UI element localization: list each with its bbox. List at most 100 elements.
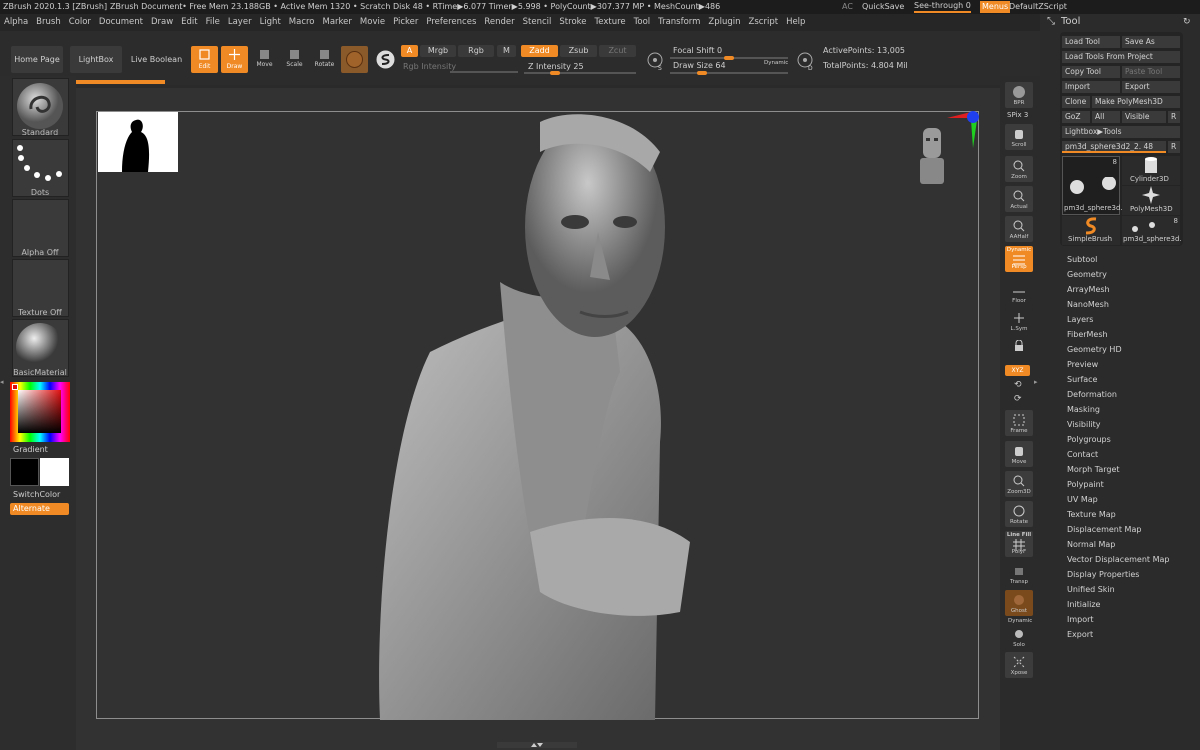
clone-button[interactable]: Clone [1062, 96, 1090, 108]
xyz-toggle[interactable]: XYZ [1005, 365, 1030, 376]
bpr-button[interactable]: BPR [1005, 82, 1033, 108]
menu-alpha[interactable]: Alpha [0, 14, 32, 31]
dynamic-label[interactable]: Dynamic [764, 60, 788, 66]
draw-size-slider[interactable] [670, 71, 788, 75]
menu-brush[interactable]: Brush [32, 14, 65, 31]
subpalette-polygroups[interactable]: Polygroups [1067, 435, 1111, 444]
focal-shift-knob[interactable] [724, 56, 734, 60]
goz-button[interactable]: GoZ [1062, 111, 1090, 123]
scale-button[interactable]: Scale [281, 46, 308, 73]
color-picker-hue[interactable] [10, 382, 70, 442]
mrgb-toggle[interactable]: Mrgb [420, 45, 456, 57]
menu-stroke[interactable]: Stroke [555, 14, 590, 31]
rotate-view-button[interactable]: Rotate [1005, 501, 1033, 527]
menu-zscript[interactable]: Zscript [745, 14, 783, 31]
subpalette-fibermesh[interactable]: FiberMesh [1067, 330, 1108, 339]
menu-tool[interactable]: Tool [630, 14, 655, 31]
z-intensity-slider[interactable] [524, 71, 636, 75]
live-boolean-button[interactable]: Live Boolean [129, 46, 184, 73]
menu-macro[interactable]: Macro [285, 14, 319, 31]
menus-toggle[interactable]: Menus [980, 1, 1011, 13]
subpalette-geometry-hd[interactable]: Geometry HD [1067, 345, 1122, 354]
subpalette-masking[interactable]: Masking [1067, 405, 1100, 414]
menu-draw[interactable]: Draw [147, 14, 177, 31]
lightbox-tools-button[interactable]: Lightbox▶Tools [1062, 126, 1180, 138]
rotate-z-icon[interactable]: ⟳ [1014, 394, 1022, 404]
menu-texture[interactable]: Texture [591, 14, 630, 31]
menu-color[interactable]: Color [65, 14, 95, 31]
rotate-y-icon[interactable]: ⟲ [1014, 380, 1022, 390]
subpalette-unified-skin[interactable]: Unified Skin [1067, 585, 1115, 594]
import-button[interactable]: Import [1062, 81, 1120, 93]
polyf-button[interactable]: Line Fill PolyF [1005, 531, 1033, 557]
zsub-toggle[interactable]: Zsub [560, 45, 597, 57]
primary-color-swatch[interactable] [40, 458, 69, 486]
subpalette-deformation[interactable]: Deformation [1067, 390, 1117, 399]
subpalette-surface[interactable]: Surface [1067, 375, 1097, 384]
all-button[interactable]: All [1092, 111, 1120, 123]
zadd-toggle[interactable]: Zadd [521, 45, 558, 57]
subpalette-normal-map[interactable]: Normal Map [1067, 540, 1115, 549]
persp-button[interactable]: Dynamic Persp [1005, 246, 1033, 272]
subpalette-geometry[interactable]: Geometry [1067, 270, 1107, 279]
menu-document[interactable]: Document [95, 14, 147, 31]
copy-tool-button[interactable]: Copy Tool [1062, 66, 1120, 78]
zoom3d-button[interactable]: Zoom3D [1005, 471, 1033, 497]
color-picker-sv[interactable] [18, 390, 61, 433]
menu-picker[interactable]: Picker [389, 14, 422, 31]
rgb-toggle[interactable]: Rgb [458, 45, 494, 57]
alternate-toggle[interactable]: Alternate [10, 503, 69, 515]
subpalette-initialize[interactable]: Initialize [1067, 600, 1100, 609]
z-intensity-knob[interactable] [549, 71, 560, 75]
current-tool-slider[interactable]: pm3d_sphere3d2_2. 48 [1062, 141, 1166, 153]
menu-zplugin[interactable]: Zplugin [704, 14, 744, 31]
focal-shift-slider[interactable] [670, 56, 788, 60]
lsym-button[interactable]: L.Sym [1005, 308, 1033, 334]
move-button[interactable]: Move [251, 46, 278, 73]
lock-button[interactable] [1005, 336, 1033, 356]
bottom-tray-handle[interactable] [497, 742, 577, 748]
move-view-button[interactable]: Move [1005, 441, 1033, 467]
subpalette-preview[interactable]: Preview [1067, 360, 1098, 369]
menu-marker[interactable]: Marker [319, 14, 356, 31]
see-through-slider[interactable]: See-through 0 [914, 0, 971, 13]
zoom-button[interactable]: Zoom [1005, 156, 1033, 182]
menu-file[interactable]: File [202, 14, 224, 31]
rotate-button[interactable]: Rotate [311, 46, 338, 73]
frame-button[interactable]: Frame [1005, 410, 1033, 436]
export-button[interactable]: Export [1122, 81, 1180, 93]
subpalette-contact[interactable]: Contact [1067, 450, 1098, 459]
subpalette-vector-displacement-map[interactable]: Vector Displacement Map [1067, 555, 1169, 564]
tool-thumb-sphere-2[interactable]: 8 pm3d_sphere3d. [1122, 216, 1182, 245]
refresh-icon[interactable]: ↻ [1183, 14, 1191, 30]
spix-slider[interactable]: SPix 3 [1007, 111, 1028, 119]
axis-gizmo-icon[interactable] [943, 110, 981, 150]
stroke-swatch[interactable] [372, 46, 399, 73]
subpalette-displacement-map[interactable]: Displacement Map [1067, 525, 1141, 534]
scroll-button[interactable]: Scroll [1005, 124, 1033, 150]
subpalette-export[interactable]: Export [1067, 630, 1093, 639]
menu-preferences[interactable]: Preferences [422, 14, 480, 31]
tool-thumb-polymesh[interactable]: PolyMesh3D [1122, 186, 1180, 215]
subpalette-texture-map[interactable]: Texture Map [1067, 510, 1116, 519]
m-toggle[interactable]: M [497, 45, 516, 57]
solo-button[interactable]: Solo [1005, 624, 1033, 650]
tool-thumb-sphere-active[interactable]: 8 pm3d_sphere3d. [1062, 156, 1123, 215]
tool-thumb-cylinder[interactable]: Cylinder3D [1122, 156, 1180, 185]
save-as-button[interactable]: Save As [1122, 36, 1180, 48]
subpalette-import[interactable]: Import [1067, 615, 1094, 624]
navigator-thumbnail[interactable] [98, 112, 178, 172]
rgb-intensity-slider[interactable] [450, 71, 518, 73]
menu-render[interactable]: Render [480, 14, 518, 31]
paste-tool-button[interactable]: Paste Tool [1122, 66, 1180, 78]
r-button[interactable]: R [1168, 111, 1180, 123]
subpalette-layers[interactable]: Layers [1067, 315, 1093, 324]
edit-button[interactable]: Edit [191, 46, 218, 73]
subpalette-nanomesh[interactable]: NanoMesh [1067, 300, 1109, 309]
subpalette-arraymesh[interactable]: ArrayMesh [1067, 285, 1110, 294]
subpalette-uv-map[interactable]: UV Map [1067, 495, 1098, 504]
menu-edit[interactable]: Edit [177, 14, 201, 31]
switch-color-button[interactable]: SwitchColor [13, 490, 60, 499]
gradient-label[interactable]: Gradient [13, 445, 48, 454]
make-polymesh3d-button[interactable]: Make PolyMesh3D [1092, 96, 1180, 108]
